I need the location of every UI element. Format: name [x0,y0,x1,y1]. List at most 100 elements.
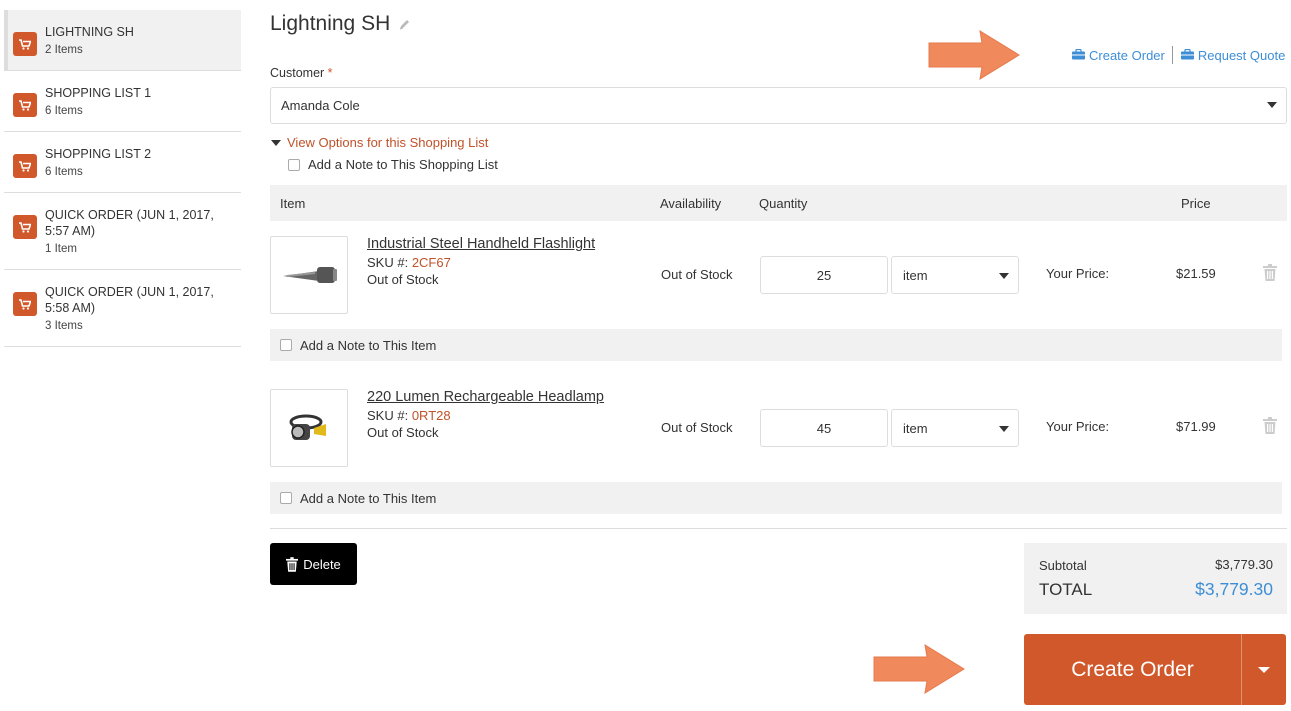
product-stock: Out of Stock [367,272,439,287]
cart-icon [13,32,37,56]
sidebar-item-shopping-list-1[interactable]: SHOPPING LIST 1 6 Items [4,71,241,132]
product-sku: SKU #: 2CF67 [367,255,451,270]
trash-icon[interactable] [1263,264,1277,284]
unit-select-value: item [903,267,928,283]
item-note-label: Add a Note to This Item [300,337,437,353]
sidebar-item-count: 6 Items [45,105,83,117]
customer-label-text: Customer [270,66,325,80]
sidebar-item-title: SHOPPING LIST 1 [45,86,152,100]
column-header-availability: Availability [660,196,722,211]
sidebar-item-lightning-sh[interactable]: LIGHTNING SH 2 Items [4,10,241,71]
annotation-arrow-icon [873,643,965,695]
unit-select[interactable]: item [891,409,1019,447]
sku-value: 0RT28 [411,408,451,423]
sku-label: SKU #: [367,255,409,270]
shopping-list-sidebar: LIGHTNING SH 2 Items SHOPPING LIST 1 6 I… [4,10,241,347]
product-name-link[interactable]: Industrial Steel Handheld Flashlight [367,236,595,252]
item-note-checkbox[interactable] [280,339,292,351]
sidebar-item-count: 6 Items [45,166,83,178]
page-title: Lightning SH [270,10,411,37]
quantity-input[interactable]: 45 [760,409,888,447]
quantity-input[interactable]: 25 [760,256,888,294]
item-note-option: Add a Note to This Item [270,482,1282,514]
subtotal-value: $3,779.30 [1215,557,1273,572]
pencil-icon[interactable] [398,13,411,37]
delete-label: Delete [303,556,341,572]
caret-down-icon [1258,666,1270,673]
cart-icon [13,154,37,178]
customer-label: Customer * [270,66,333,80]
your-price-label: Your Price: [1046,419,1110,434]
customer-select[interactable]: Amanda Cole [270,87,1287,124]
sidebar-item-quick-order-1[interactable]: QUICK ORDER (JUN 1, 2017, 5:57 AM) 1 Ite… [4,193,241,270]
product-image-flashlight[interactable] [270,236,348,314]
sidebar-item-title-line2: 5:57 AM) [45,224,96,238]
sidebar-item-title: QUICK ORDER (JUN 1, 2017, [45,208,214,222]
briefcase-icon [1180,48,1194,63]
create-order-link[interactable]: Create Order [1072,48,1165,63]
caret-down-icon [1267,102,1277,108]
sidebar-item-count: 2 Items [45,44,83,56]
unit-select[interactable]: item [891,256,1019,294]
total-value: $3,779.30 [1195,579,1273,599]
item-price: $21.59 [1176,266,1216,281]
sidebar-item-quick-order-2[interactable]: QUICK ORDER (JUN 1, 2017, 5:58 AM) 3 Ite… [4,270,241,347]
list-note-option: Add a Note to This Shopping List [288,157,498,172]
divider [270,528,1287,529]
list-note-checkbox[interactable] [288,158,300,171]
sidebar-item-title: LIGHTNING SH [45,25,134,39]
item-note-label: Add a Note to This Item [300,490,437,506]
caret-down-icon [999,426,1009,432]
top-actions: Create Order Request Quote [1072,46,1285,64]
briefcase-icon [1072,48,1085,63]
your-price-label: Your Price: [1046,266,1110,281]
trash-icon[interactable] [1263,417,1277,437]
sidebar-item-count: 1 Item [45,243,77,255]
product-image-headlamp[interactable] [270,389,348,467]
caret-down-icon [271,139,281,146]
sidebar-item-title-line2: 5:58 AM) [45,301,96,315]
product-stock: Out of Stock [367,425,439,440]
create-order-dropdown-toggle[interactable] [1241,634,1286,705]
create-order-split-button: Create Order [1024,634,1286,705]
item-price: $71.99 [1176,419,1216,434]
availability: Out of Stock [661,420,733,435]
page-title-text: Lightning SH [270,11,391,35]
column-header-quantity: Quantity [759,196,808,211]
request-quote-label: Request Quote [1197,47,1286,63]
annotation-arrow-icon [928,29,1020,81]
view-options-label: View Options for this Shopping List [287,135,489,150]
availability: Out of Stock [661,267,733,282]
sidebar-item-shopping-list-2[interactable]: SHOPPING LIST 2 6 Items [4,132,241,193]
caret-down-icon [999,273,1009,279]
view-options-toggle[interactable]: View Options for this Shopping List [271,135,488,150]
sku-label: SKU #: [367,408,409,423]
total-label: TOTAL [1039,580,1093,599]
create-order-label: Create Order [1089,47,1165,63]
customer-select-value: Amanda Cole [281,98,360,113]
trash-icon [286,556,299,572]
item-note-checkbox[interactable] [280,492,292,504]
delete-button[interactable]: Delete [270,543,357,585]
sidebar-item-title: SHOPPING LIST 2 [45,147,152,161]
subtotal-label: Subtotal [1039,558,1087,573]
list-note-label: Add a Note to This Shopping List [308,157,498,172]
required-mark: * [327,66,333,80]
divider [1171,46,1173,64]
sku-value: 2CF67 [411,255,451,270]
cart-icon [13,93,37,117]
column-header-item: Item [280,196,306,211]
product-name-link[interactable]: 220 Lumen Rechargeable Headlamp [367,389,604,405]
cart-icon [13,292,37,316]
item-note-option: Add a Note to This Item [270,329,1282,361]
create-order-button[interactable]: Create Order [1024,634,1241,705]
order-summary: Subtotal $3,779.30 TOTAL $3,779.30 [1024,543,1287,614]
table-header: Item Availability Quantity Price [270,185,1287,221]
cart-icon [13,215,37,239]
sidebar-item-count: 3 Items [45,320,83,332]
sidebar-item-title: QUICK ORDER (JUN 1, 2017, [45,285,214,299]
product-sku: SKU #: 0RT28 [367,408,451,423]
column-header-price: Price [1181,196,1211,211]
request-quote-link[interactable]: Request Quote [1180,47,1286,63]
unit-select-value: item [903,420,928,436]
